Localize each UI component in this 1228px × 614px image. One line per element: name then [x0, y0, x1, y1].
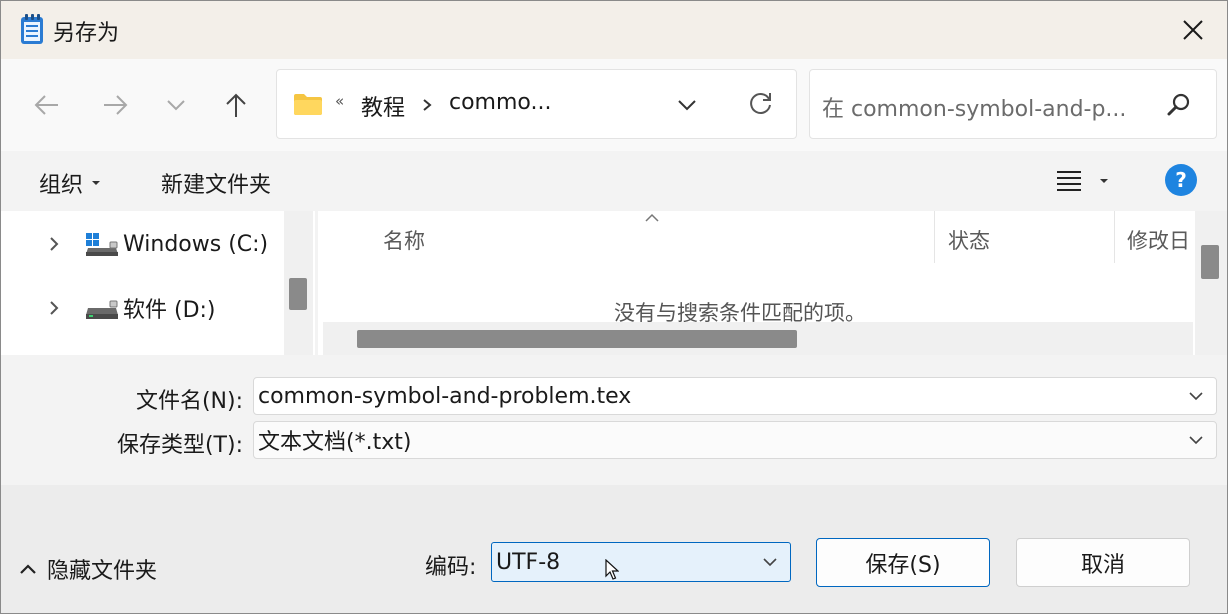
- save-form: 文件名(N): common-symbol-and-problem.tex 保存…: [1, 355, 1227, 485]
- filetype-value: 文本文档(*.txt): [258, 430, 412, 455]
- save-button-label: 保存(S): [865, 552, 941, 578]
- recent-locations-chevron-down-icon[interactable]: [156, 85, 196, 125]
- column-header-label: 修改日: [1127, 229, 1190, 253]
- help-icon[interactable]: ?: [1165, 164, 1197, 196]
- horizontal-scrollbar-thumb[interactable]: [357, 330, 797, 348]
- search-icon[interactable]: [1166, 92, 1192, 118]
- breadcrumb-item[interactable]: commo...: [449, 90, 551, 115]
- hide-folders-label: 隐藏文件夹: [47, 559, 158, 584]
- caret-down-icon: [91, 180, 101, 186]
- back-arrow-icon[interactable]: [26, 85, 66, 125]
- column-header-name[interactable]: 名称: [318, 211, 935, 263]
- filetype-label: 保存类型(T):: [116, 433, 243, 458]
- command-bar: 组织 新建文件夹 ?: [1, 151, 1227, 211]
- column-header-modified[interactable]: 修改日: [1115, 211, 1193, 263]
- filetype-select[interactable]: 文本文档(*.txt): [253, 421, 1217, 459]
- save-button[interactable]: 保存(S): [816, 538, 990, 587]
- address-bar[interactable]: « 教程 commo...: [276, 69, 797, 139]
- address-history-chevron-down-icon[interactable]: [677, 98, 697, 112]
- windows-drive-icon: [85, 231, 119, 257]
- encoding-label: 编码:: [425, 555, 477, 580]
- refresh-icon[interactable]: [748, 91, 774, 117]
- window-title: 另存为: [53, 21, 120, 46]
- chevron-down-icon[interactable]: [1188, 435, 1204, 445]
- organize-menu-button[interactable]: 组织: [39, 167, 101, 199]
- tree-scrollbar-track[interactable]: [284, 211, 313, 355]
- encoding-value: UTF-8: [496, 549, 561, 575]
- filename-label: 文件名(N):: [135, 389, 243, 414]
- footer: 隐藏文件夹 编码: UTF-8 保存(S) 取消: [1, 485, 1227, 613]
- vertical-scrollbar-track[interactable]: [1195, 211, 1227, 355]
- expand-chevron-icon[interactable]: [49, 300, 59, 316]
- column-header-status[interactable]: 状态: [935, 211, 1115, 263]
- title-bar: 另存为: [1, 1, 1227, 59]
- organize-label: 组织: [39, 173, 84, 198]
- folder-icon: [293, 92, 323, 116]
- horizontal-scrollbar-track[interactable]: [323, 322, 1193, 355]
- cancel-button[interactable]: 取消: [1016, 538, 1190, 587]
- notepad-icon: [19, 13, 45, 45]
- cancel-button-label: 取消: [1080, 552, 1125, 578]
- encoding-select[interactable]: UTF-8: [491, 542, 791, 582]
- drive-icon: [85, 295, 119, 321]
- help-glyph: ?: [1175, 168, 1187, 192]
- mouse-cursor-icon: [605, 559, 619, 581]
- tree-item-label: Windows (C:): [123, 231, 269, 257]
- expand-chevron-icon[interactable]: [49, 236, 59, 252]
- breadcrumb-item[interactable]: 教程: [361, 90, 405, 122]
- forward-arrow-icon[interactable]: [96, 85, 136, 125]
- file-list: 名称 状态 修改日 没有与搜索条件匹配的项。: [318, 211, 1227, 355]
- search-input[interactable]: 在 common-symbol-and-p...: [822, 91, 1126, 123]
- column-header-label: 名称: [383, 229, 425, 253]
- tree-scrollbar-thumb[interactable]: [289, 278, 307, 310]
- close-icon[interactable]: [1171, 13, 1215, 47]
- column-header-label: 状态: [948, 229, 990, 253]
- search-box[interactable]: 在 common-symbol-and-p...: [809, 69, 1217, 139]
- new-folder-button[interactable]: 新建文件夹: [161, 167, 271, 199]
- view-options-caret-icon[interactable]: [1099, 178, 1109, 184]
- tree-item-drive-c[interactable]: Windows (C:): [1, 214, 283, 274]
- chevron-up-icon: [19, 563, 37, 575]
- chevron-down-icon[interactable]: [1188, 391, 1204, 401]
- navigation-tree: Windows (C:) 软件 (D:): [1, 211, 315, 355]
- tree-item-drive-d[interactable]: 软件 (D:): [1, 278, 283, 338]
- filename-input[interactable]: common-symbol-and-problem.tex: [258, 384, 1188, 409]
- hide-folders-toggle[interactable]: 隐藏文件夹: [19, 553, 157, 585]
- filename-combobox[interactable]: common-symbol-and-problem.tex: [253, 377, 1217, 415]
- vertical-scrollbar-thumb[interactable]: [1201, 245, 1219, 279]
- view-list-icon[interactable]: [1056, 169, 1082, 191]
- path-overflow-indicator[interactable]: «: [335, 92, 344, 110]
- save-as-dialog: 另存为 « 教程 commo... 在 common-symbol-and-p.…: [0, 0, 1228, 614]
- chevron-down-icon[interactable]: [762, 557, 778, 567]
- up-arrow-icon[interactable]: [216, 85, 256, 125]
- breadcrumb-separator-chevron-icon[interactable]: [422, 98, 432, 112]
- tree-item-label: 软件 (D:): [123, 298, 216, 323]
